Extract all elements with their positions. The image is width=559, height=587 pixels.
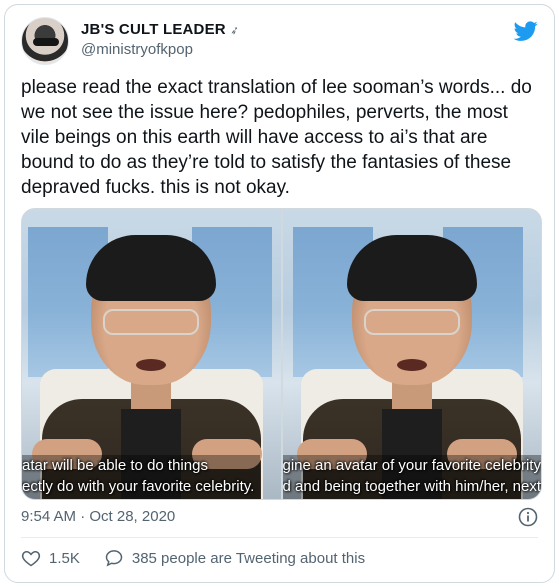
speech-bubble-icon[interactable]: [104, 548, 124, 568]
display-name[interactable]: JB'S CULT LEADER: [81, 21, 226, 38]
twitter-bird-icon[interactable]: [514, 19, 538, 43]
subtitle-line-1: gine an avatar of your favorite celebrit…: [282, 457, 541, 474]
tweet-media[interactable]: atar will be able to do things ectly do …: [21, 208, 542, 500]
hair: [346, 235, 477, 301]
conversation-action[interactable]: 385 people are Tweeting about this: [104, 548, 365, 568]
video-frame-left[interactable]: atar will be able to do things ectly do …: [22, 209, 281, 499]
video-frame-right[interactable]: gine an avatar of your favorite celebrit…: [282, 209, 542, 499]
small-bird-emoji-icon: ➶: [228, 23, 241, 38]
subtitle-line-2: ectly do with your favorite celebrity.: [22, 478, 255, 495]
tweet-card: JB'S CULT LEADER ➶ @ministryofkpop please…: [4, 4, 555, 583]
hair: [86, 235, 217, 301]
heart-icon[interactable]: [21, 548, 41, 568]
handle[interactable]: @ministryofkpop: [81, 41, 239, 58]
mouth: [396, 359, 427, 371]
tweet-header: JB'S CULT LEADER ➶ @ministryofkpop: [21, 17, 538, 65]
tweet-actions: 1.5K 385 people are Tweeting about this: [21, 547, 389, 569]
like-action[interactable]: 1.5K: [21, 548, 80, 568]
tweet-text: please read the exact translation of lee…: [21, 77, 538, 198]
info-icon[interactable]: [518, 507, 538, 527]
spectacles: [363, 309, 460, 335]
subtitle-line-2: d and being together with him/her, next: [282, 478, 542, 495]
subtitle-line-1: atar will be able to do things: [22, 457, 208, 474]
avatar[interactable]: [21, 17, 69, 65]
author-block[interactable]: JB'S CULT LEADER ➶ @ministryofkpop: [81, 21, 241, 58]
avatar-sunglasses: [33, 38, 59, 46]
tweeting-about-text[interactable]: 385 people are Tweeting about this: [132, 550, 365, 567]
spectacles: [103, 309, 200, 335]
like-count[interactable]: 1.5K: [49, 550, 80, 567]
divider: [21, 537, 538, 538]
tweet-timestamp[interactable]: 9:54 AM · Oct 28, 2020: [21, 508, 175, 525]
